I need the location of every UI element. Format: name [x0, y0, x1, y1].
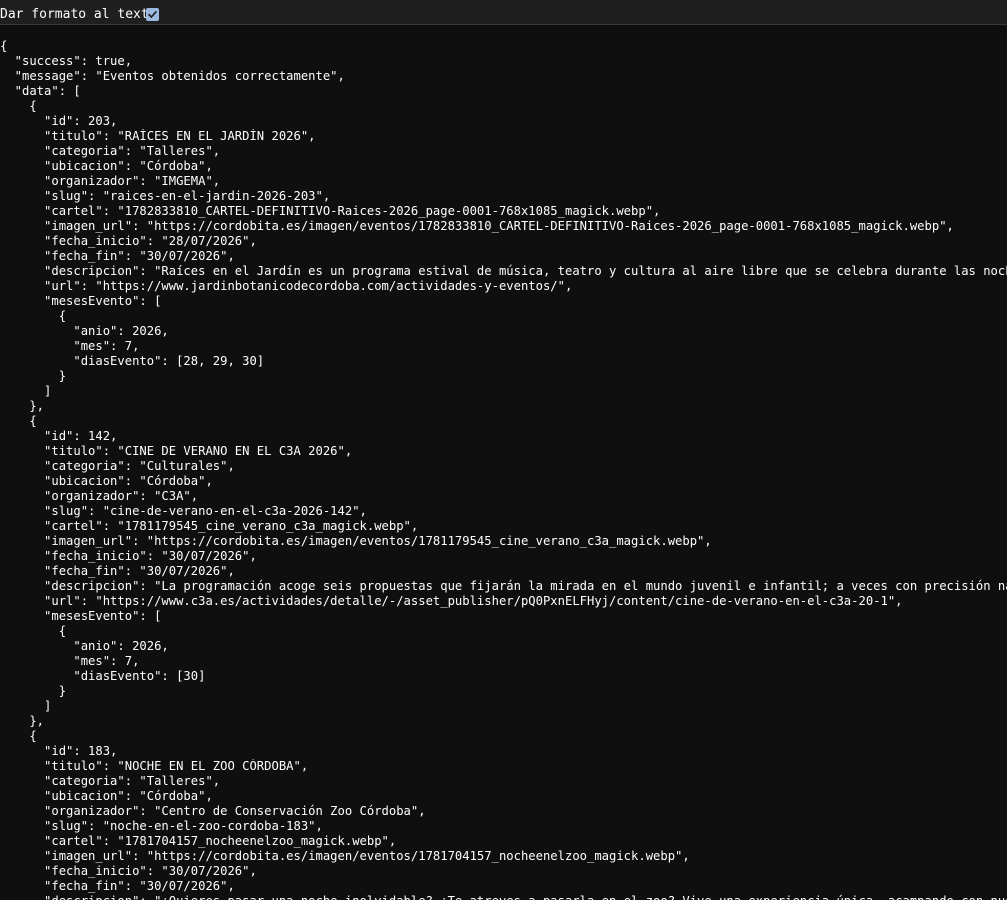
json-line: "mes": 7, [0, 339, 140, 353]
json-line: "slug": "cine-de-verano-en-el-c3a-2026-1… [0, 504, 367, 518]
json-line: "fecha_inicio": "28/07/2026", [0, 234, 257, 248]
json-line: "categoria": "Talleres", [0, 144, 221, 158]
json-line: { [0, 729, 37, 743]
format-text-label[interactable]: Dar formato al texto [0, 7, 157, 23]
json-line: "anio": 2026, [0, 639, 169, 653]
json-line: { [0, 624, 67, 638]
json-line: "organizador": "C3A", [0, 489, 199, 503]
json-line: "diasEvento": [30] [0, 669, 206, 683]
json-line: "cartel": "1782833810_CARTEL-DEFINITIVO-… [0, 204, 661, 218]
json-line: "mesesEvento": [ [0, 609, 162, 623]
json-line: "imagen_url": "https://cordobita.es/imag… [0, 219, 954, 233]
json-line: "id": 142, [0, 429, 118, 443]
json-line: "diasEvento": [28, 29, 30] [0, 354, 265, 368]
json-line: "slug": "raices-en-el-jardin-2026-203", [0, 189, 331, 203]
json-line: "mesesEvento": [ [0, 294, 162, 308]
json-viewer: { "success": true, "message": "Eventos o… [0, 39, 1007, 900]
json-line: { [0, 309, 67, 323]
json-line: "descripcion": "La programación acoge se… [0, 579, 1007, 593]
json-line: "fecha_fin": "30/07/2026", [0, 249, 235, 263]
json-line: { [0, 99, 37, 113]
json-line: "id": 183, [0, 744, 118, 758]
json-line: "fecha_inicio": "30/07/2026", [0, 549, 257, 563]
json-line: { [0, 414, 37, 428]
json-line: "categoria": "Talleres", [0, 774, 221, 788]
json-line: "anio": 2026, [0, 324, 169, 338]
json-line: "titulo": "NOCHE EN EL ZOO CÓRDOBA", [0, 759, 309, 773]
json-line: }, [0, 714, 45, 728]
format-toolbar: Dar formato al texto [0, 0, 1007, 25]
json-line: "url": "https://www.jardinbotanicodecord… [0, 279, 573, 293]
json-line: "slug": "noche-en-el-zoo-cordoba-183", [0, 819, 323, 833]
json-line: "cartel": "1781179545_cine_verano_c3a_ma… [0, 519, 419, 533]
json-line: "ubicacion": "Córdoba", [0, 789, 213, 803]
json-line: } [0, 684, 67, 698]
json-line: "fecha_inicio": "30/07/2026", [0, 864, 257, 878]
checkmark-icon [148, 11, 157, 18]
json-line: "descripcion": "¿Quieres pasar una noche… [0, 894, 1007, 900]
json-line: "url": "https://www.c3a.es/actividades/d… [0, 594, 903, 608]
json-line: }, [0, 399, 45, 413]
json-line: "data": [ [0, 84, 81, 98]
json-line: "titulo": "RAÍCES EN EL JARDÍN 2026", [0, 129, 316, 143]
json-line: ] [0, 384, 52, 398]
json-line: "organizador": "Centro de Conservación Z… [0, 804, 426, 818]
json-line: "mes": 7, [0, 654, 140, 668]
json-line: "ubicacion": "Córdoba", [0, 474, 213, 488]
json-line: } [0, 369, 67, 383]
json-line: "success": true, [0, 54, 133, 68]
json-line: "fecha_fin": "30/07/2026", [0, 564, 235, 578]
json-line: ] [0, 699, 52, 713]
json-line: "imagen_url": "https://cordobita.es/imag… [0, 849, 690, 863]
json-line: "descripcion": "Raíces en el Jardín es u… [0, 264, 1007, 278]
json-line: "cartel": "1781704157_nocheenelzoo_magic… [0, 834, 397, 848]
json-line: { [0, 39, 8, 53]
json-line: "imagen_url": "https://cordobita.es/imag… [0, 534, 712, 548]
json-line: "categoria": "Culturales", [0, 459, 235, 473]
format-text-checkbox[interactable] [146, 8, 159, 21]
json-line: "fecha_fin": "30/07/2026", [0, 879, 235, 893]
json-line: "organizador": "IMGEMA", [0, 174, 221, 188]
json-line: "id": 203, [0, 114, 118, 128]
json-line: "message": "Eventos obtenidos correctame… [0, 69, 345, 83]
json-line: "titulo": "CINE DE VERANO EN EL C3A 2026… [0, 444, 353, 458]
json-line: "ubicacion": "Córdoba", [0, 159, 213, 173]
